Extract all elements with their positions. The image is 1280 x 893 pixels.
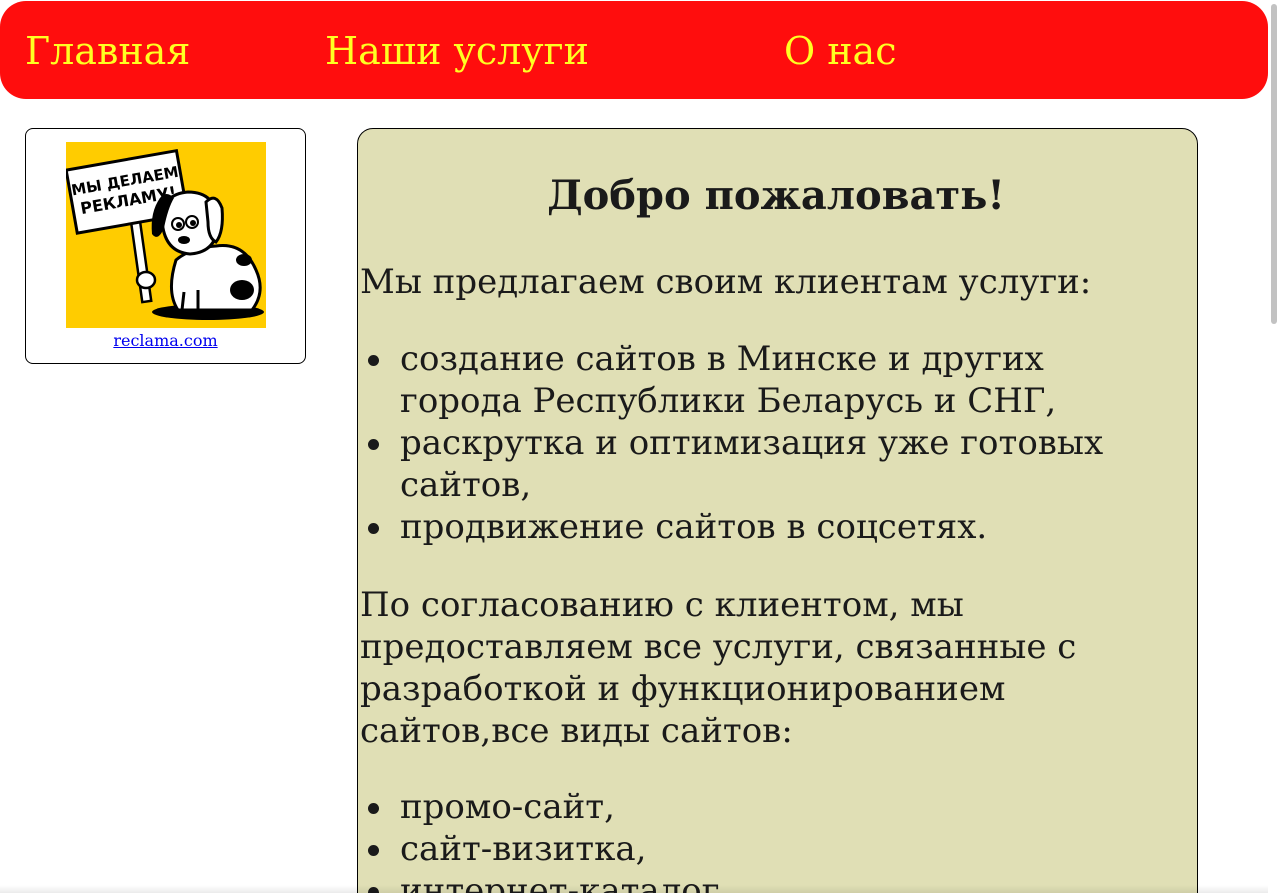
vertical-scrollbar[interactable]	[1268, 0, 1280, 893]
list-item: создание сайтов в Минске и других города…	[368, 338, 1160, 422]
nav-link-about[interactable]: О нас	[784, 28, 897, 74]
nav-link-services[interactable]: Наши услуги	[325, 28, 589, 74]
detail-text: По согласованию с клиентом, мы предостав…	[360, 585, 1077, 751]
list-item: продвижение сайтов в соцсетях.	[368, 506, 1160, 548]
list-item: сайт-визитка,	[368, 828, 1180, 870]
site-types-list: промо-сайт, сайт-визитка, интернет-катал…	[360, 786, 1180, 893]
advertising-dog-image[interactable]: МЫ ДЕЛАЕМ РЕКЛАМУ!	[66, 142, 266, 328]
intro-text: Мы предлагаем своим клиентам услуги:	[360, 262, 1092, 302]
list-item: промо-сайт,	[368, 786, 1180, 828]
nav-link-home[interactable]: Главная	[25, 28, 190, 74]
top-navbar: Главная Наши услуги О нас	[0, 1, 1268, 99]
list-item: раскрутка и оптимизация уже готовых сайт…	[368, 422, 1160, 506]
ad-link[interactable]: reclama.com	[26, 332, 305, 350]
ad-banner: МЫ ДЕЛАЕМ РЕКЛАМУ! reclama.com	[25, 128, 306, 364]
main-content: Добро пожаловать! Мы предлагаем своим кл…	[357, 128, 1198, 893]
page: Главная Наши услуги О нас МЫ ДЕЛАЕМ РЕКЛ…	[0, 0, 1280, 893]
page-title: Добро пожаловать!	[547, 172, 1005, 219]
bottom-edge-shadow	[0, 885, 1280, 893]
scrollbar-thumb[interactable]	[1271, 4, 1277, 324]
services-list: создание сайтов в Минске и других города…	[360, 338, 1160, 548]
